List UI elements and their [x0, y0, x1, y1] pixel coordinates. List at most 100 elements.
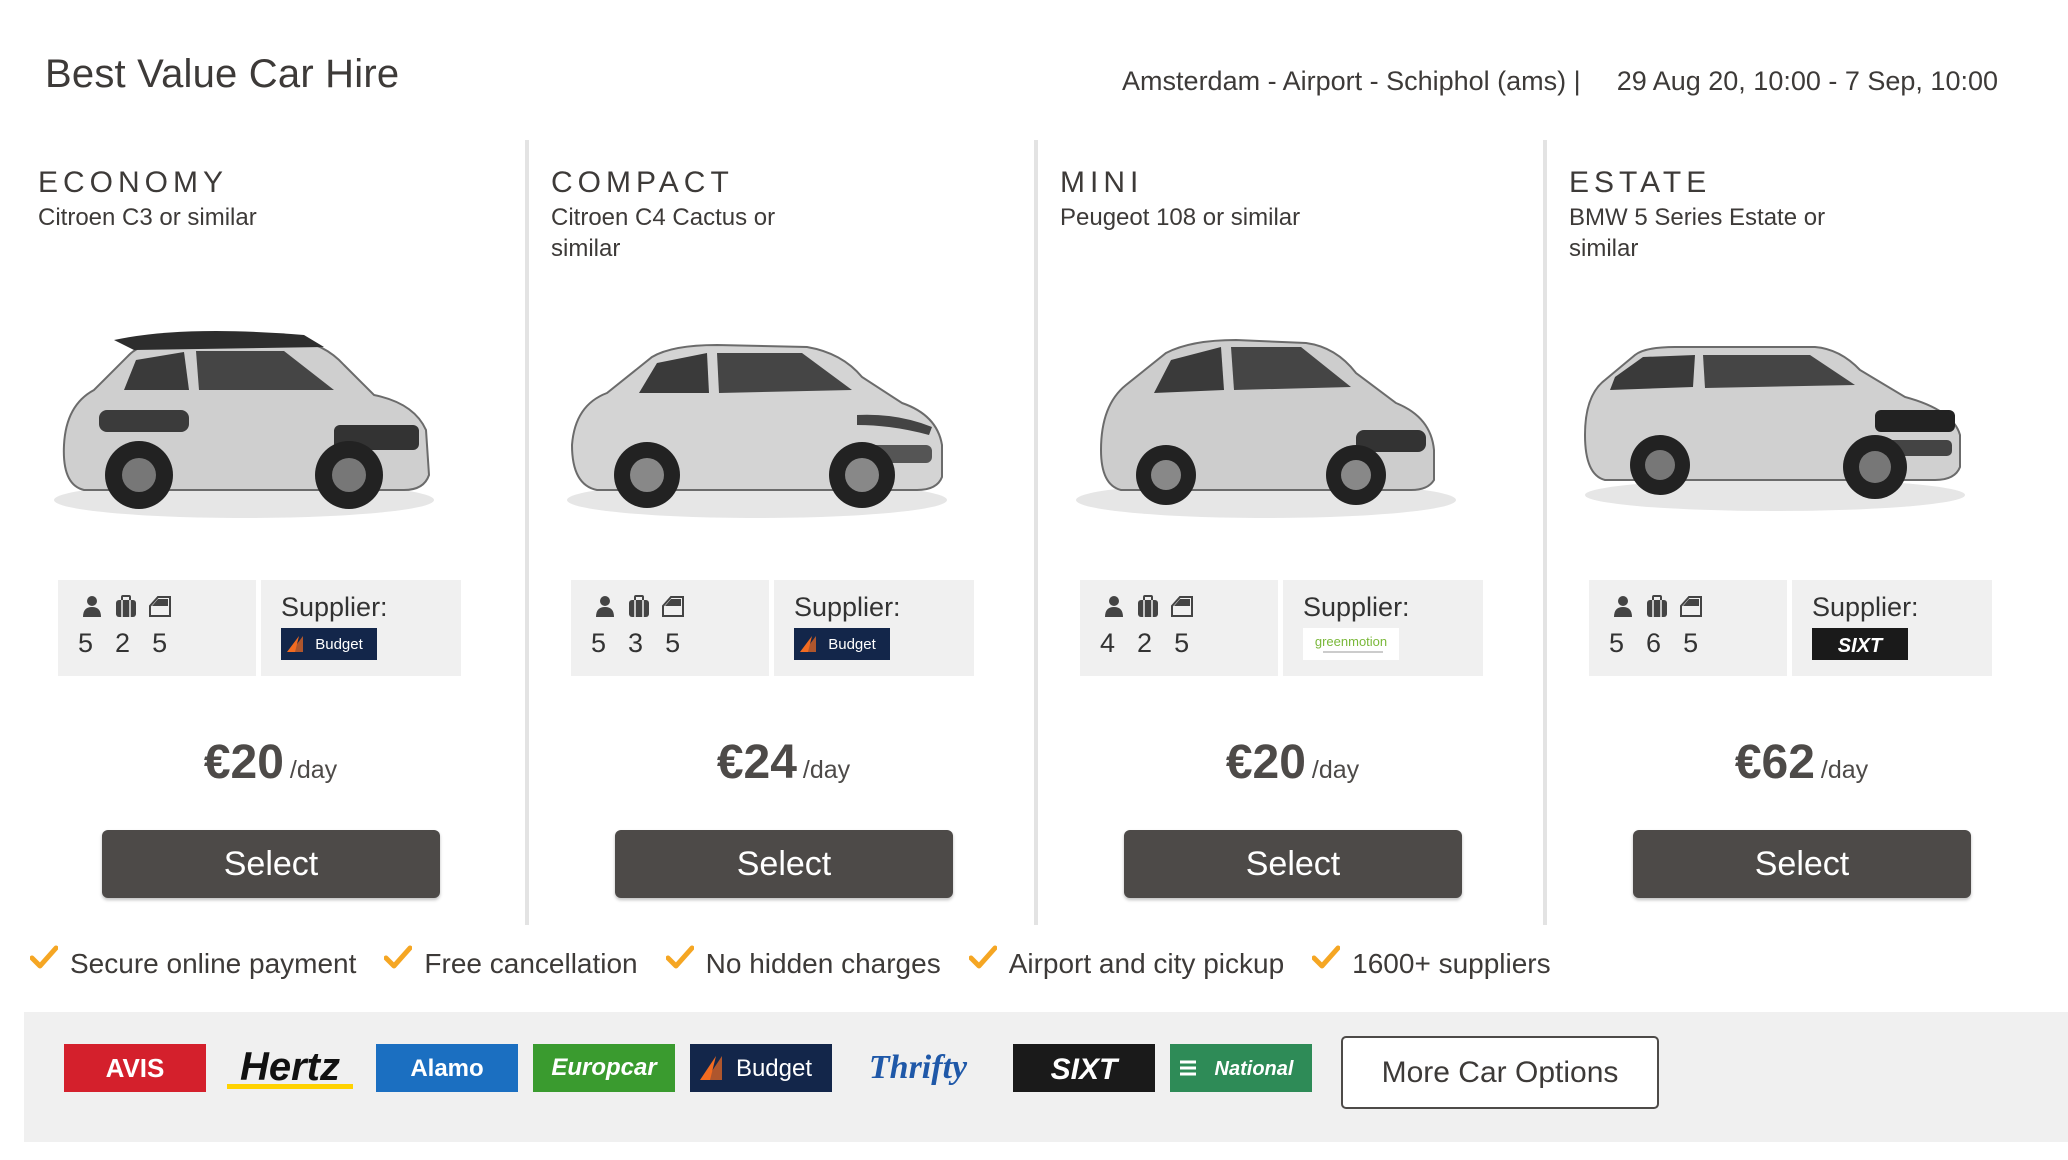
passengers-count: 5	[591, 628, 607, 658]
select-button[interactable]: Select	[1124, 830, 1462, 898]
benefit-label: Free cancellation	[424, 948, 638, 979]
person-icon	[83, 596, 101, 617]
car-door-icon	[1680, 596, 1702, 617]
car-image	[54, 331, 434, 518]
benefit-item: Secure online payment	[30, 945, 356, 980]
europcar-logo: Europcar	[533, 1044, 675, 1092]
budget-logo: Budget	[281, 628, 377, 660]
checkmark-icon	[384, 945, 413, 969]
checkmark-icon	[30, 945, 58, 969]
logo-text: AVIS	[106, 1053, 165, 1083]
passengers-count: 4	[1100, 628, 1116, 658]
supplier-label: Supplier:	[794, 592, 901, 622]
doors-count: 5	[1683, 628, 1699, 658]
car-image	[567, 343, 947, 518]
person-icon	[1105, 596, 1123, 617]
logo-text: Budget	[736, 1055, 812, 1082]
select-button[interactable]: Select	[1633, 830, 1971, 898]
car-category: COMPACT	[551, 166, 734, 199]
price-unit: /day	[802, 756, 851, 784]
logo-text: Hertz	[240, 1045, 340, 1089]
benefit-item: Free cancellation	[384, 945, 638, 980]
price: €20/day	[1038, 735, 1547, 790]
price: €62/day	[1547, 735, 2056, 790]
checkmark-icon	[968, 945, 997, 969]
supplier-label: Supplier:	[1812, 592, 1919, 622]
suppliers-bar: AVIS Hertz Alamo Europcar Budget Thrifty…	[24, 1012, 2068, 1142]
sixt-logo: SIXT	[1812, 628, 1908, 660]
suitcase-icon	[116, 595, 136, 617]
thrifty-logo: Thrifty	[869, 1049, 968, 1086]
supplier-name: SIXT	[1838, 635, 1884, 657]
price-amount: €20	[203, 736, 284, 789]
car-category: ECONOMY	[38, 166, 229, 199]
hertz-logo: Hertz	[227, 1045, 353, 1089]
suitcase-icon	[1647, 595, 1667, 617]
budget-logo: Budget	[690, 1044, 832, 1092]
specs-panel: 5 6 5	[1589, 580, 1787, 676]
supplier-name: Budget	[315, 636, 363, 653]
select-button[interactable]: Select	[102, 830, 440, 898]
car-image	[1583, 346, 1965, 511]
car-model: BMW 5 Series Estate or similar	[1569, 204, 1826, 262]
greenmotion-logo: greenmotion	[1303, 628, 1399, 660]
doors-count: 5	[152, 628, 168, 658]
bags-count: 6	[1646, 628, 1662, 658]
logo-text: Alamo	[410, 1055, 483, 1082]
car-image	[1076, 338, 1456, 518]
supplier-panel: Supplier: Budget	[261, 580, 461, 676]
car-card-compact: COMPACT Citroen C4 Cactus or similar 5 3…	[525, 140, 1034, 925]
benefit-item: 1600+ suppliers	[1312, 945, 1551, 980]
page-title: Best Value Car Hire	[45, 52, 400, 96]
specs-panel: 4 2 5	[1080, 580, 1278, 676]
bags-count: 2	[1137, 628, 1153, 658]
benefits-list: Secure online payment Free cancellation …	[30, 945, 1551, 980]
rental-dates: 29 Aug 20, 10:00 - 7 Sep, 10:00	[1616, 66, 1998, 96]
specs-panel: 5 2 5	[58, 580, 256, 676]
car-door-icon	[149, 596, 171, 617]
supplier-panel: Supplier: Budget	[774, 580, 974, 676]
car-category: ESTATE	[1569, 166, 1712, 199]
car-card-mini: MINI Peugeot 108 or similar 4 2 5 Suppli…	[1034, 140, 1543, 925]
sixt-logo: SIXT	[1013, 1044, 1155, 1092]
price: €20/day	[16, 735, 525, 790]
car-model: Peugeot 108 or similar	[1060, 204, 1301, 231]
logo-text: National	[1215, 1058, 1294, 1080]
person-icon	[596, 596, 614, 617]
car-door-icon	[662, 596, 684, 617]
price-amount: €20	[1225, 736, 1306, 789]
alamo-logo: Alamo	[376, 1044, 518, 1092]
benefit-label: No hidden charges	[705, 948, 941, 979]
suitcase-icon	[629, 595, 649, 617]
supplier-panel: Supplier: SIXT	[1792, 580, 1992, 676]
car-category: MINI	[1060, 166, 1144, 199]
passengers-count: 5	[1609, 628, 1625, 658]
avis-logo: AVIS	[64, 1044, 206, 1092]
supplier-label: Supplier:	[281, 592, 388, 622]
car-results: ECONOMY Citroen C3 or similar 5 2 5 Supp…	[16, 140, 2052, 925]
specs-panel: 5 3 5	[571, 580, 769, 676]
price: €24/day	[529, 735, 1038, 790]
benefit-item: No hidden charges	[665, 945, 941, 980]
benefit-label: 1600+ suppliers	[1352, 948, 1551, 979]
bags-count: 3	[628, 628, 644, 658]
suitcase-icon	[1138, 595, 1158, 617]
car-card-economy: ECONOMY Citroen C3 or similar 5 2 5 Supp…	[16, 140, 525, 925]
select-button[interactable]: Select	[615, 830, 953, 898]
price-unit: /day	[289, 756, 338, 784]
supplier-name: Budget	[828, 636, 876, 653]
car-card-estate: ESTATE BMW 5 Series Estate or similar 5 …	[1543, 140, 2052, 925]
supplier-label: Supplier:	[1303, 592, 1410, 622]
passengers-count: 5	[78, 628, 94, 658]
checkmark-icon	[665, 945, 694, 969]
logo-text: Thrifty	[869, 1049, 968, 1086]
supplier-name: greenmotion	[1315, 634, 1387, 649]
doors-count: 5	[1174, 628, 1190, 658]
bags-count: 2	[115, 628, 131, 658]
price-unit: /day	[1820, 756, 1869, 784]
national-logo: National	[1170, 1044, 1312, 1092]
benefit-label: Airport and city pickup	[1008, 948, 1285, 979]
benefit-item: Airport and city pickup	[968, 945, 1285, 980]
car-door-icon	[1171, 596, 1193, 617]
more-car-options-button[interactable]: More Car Options	[1341, 1036, 1659, 1109]
